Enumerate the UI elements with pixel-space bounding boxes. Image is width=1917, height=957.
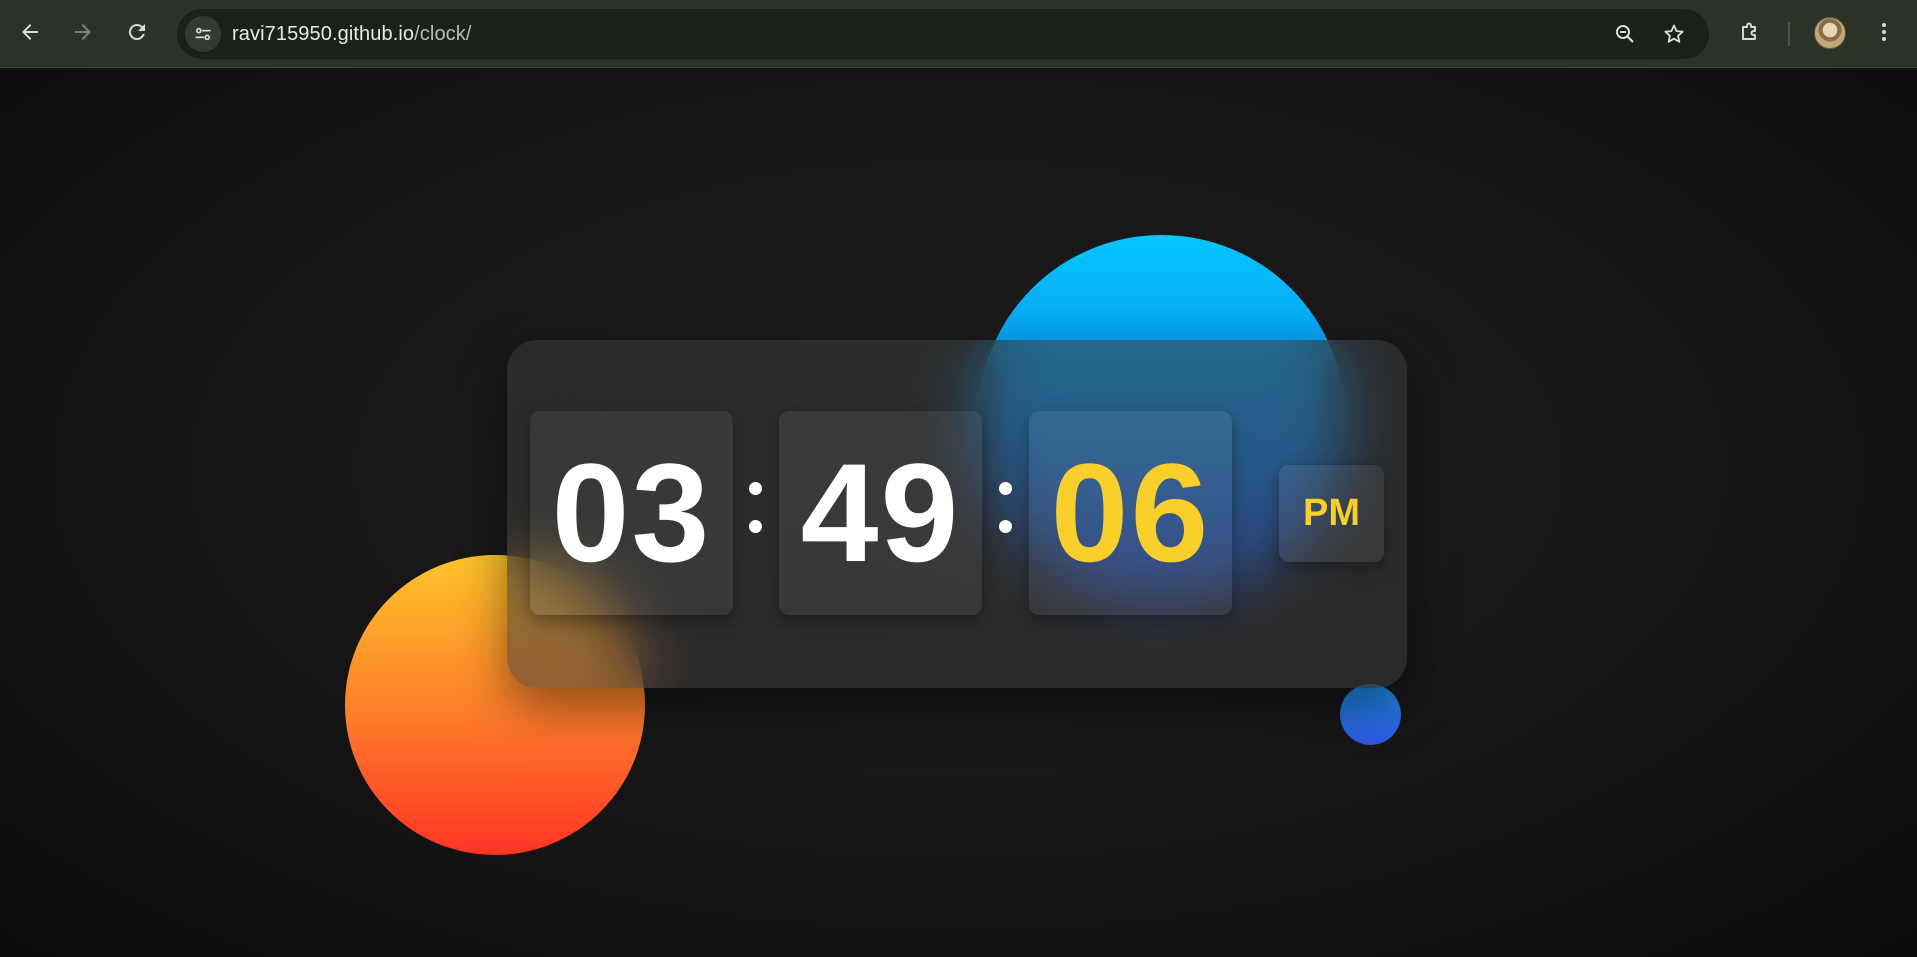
small-blue-circle-decoration — [1340, 684, 1401, 745]
address-bar[interactable]: ravi715950.github.io/clock/ — [177, 9, 1709, 59]
colon-separator — [997, 482, 1013, 542]
tune-icon — [195, 27, 211, 41]
reload-icon — [128, 24, 145, 41]
forward-button[interactable] — [63, 12, 103, 52]
bookmark-button[interactable] — [1656, 16, 1692, 52]
colon-separator — [747, 482, 763, 542]
site-info-button[interactable] — [185, 16, 221, 52]
zoom-out-icon — [1616, 25, 1634, 43]
toolbar-divider — [1788, 22, 1790, 46]
arrow-left-icon — [22, 24, 38, 40]
menu-button[interactable] — [1864, 12, 1904, 52]
url-host: ravi715950.github.io — [232, 23, 415, 45]
arrow-right-icon — [75, 24, 91, 40]
minutes-display: 49 — [779, 411, 982, 615]
back-button[interactable] — [10, 12, 50, 52]
hours-display: 03 — [530, 411, 733, 615]
puzzle-icon — [1742, 22, 1756, 40]
avatar[interactable] — [1814, 17, 1846, 49]
star-icon — [1664, 24, 1684, 43]
kebab-menu-icon — [1882, 23, 1886, 41]
extensions-button[interactable] — [1730, 12, 1770, 52]
browser-toolbar: ravi715950.github.io/clock/ — [0, 0, 1917, 68]
zoom-button[interactable] — [1607, 16, 1643, 52]
digital-clock: 03 49 06 PM — [507, 340, 1407, 688]
url-text[interactable]: ravi715950.github.io/clock/ — [232, 9, 472, 59]
am-pm-indicator: PM — [1279, 465, 1384, 562]
seconds-display: 06 — [1029, 411, 1232, 615]
page-background: 03 49 06 PM — [0, 69, 1917, 957]
reload-button[interactable] — [117, 12, 157, 52]
url-path: /clock/ — [414, 23, 472, 45]
